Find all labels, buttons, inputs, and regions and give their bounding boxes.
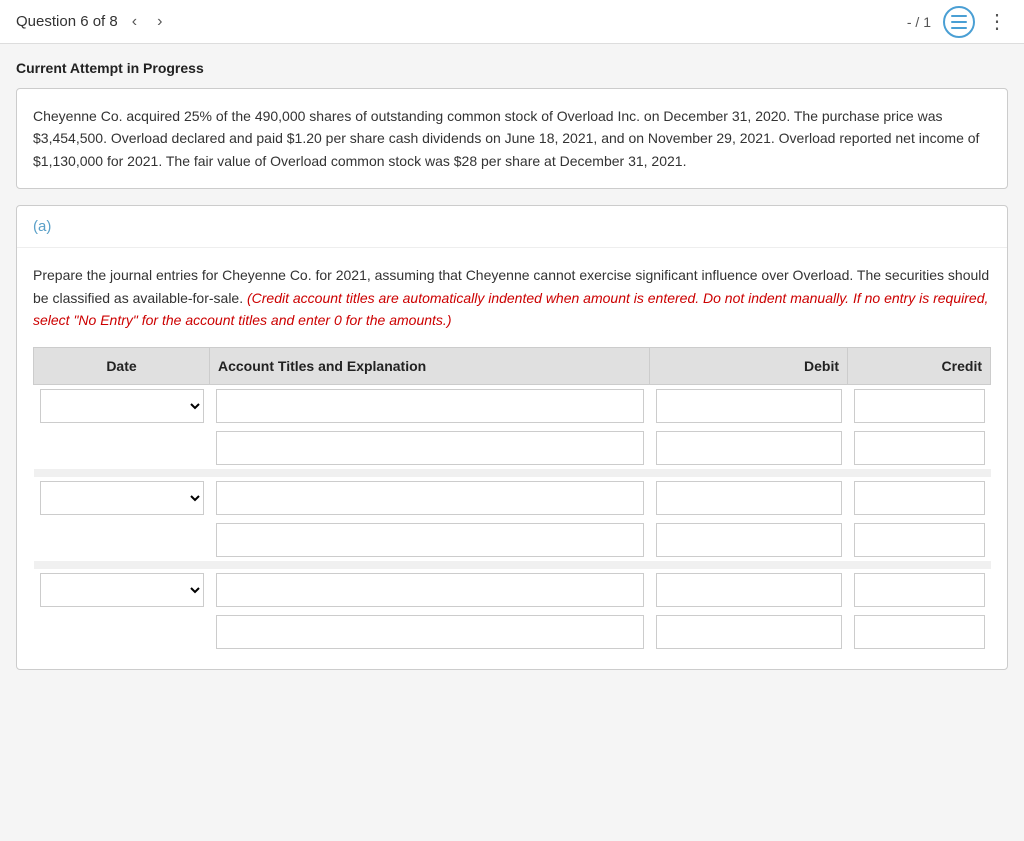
account-input-3a[interactable] (216, 573, 644, 607)
account-input-1b[interactable] (216, 431, 644, 465)
table-row: Jan 1 Jun 18 Nov 29 Dec 31 (34, 385, 991, 428)
credit-cell-1a (848, 385, 991, 428)
journal-table: Date Account Titles and Explanation Debi… (33, 347, 991, 653)
instruction-text: Prepare the journal entries for Cheyenne… (33, 264, 991, 331)
account-cell-3a (210, 569, 650, 611)
main-content: Current Attempt in Progress Cheyenne Co.… (0, 44, 1024, 702)
debit-cell-1b (650, 427, 848, 469)
credit-input-3b[interactable] (854, 615, 985, 649)
debit-cell-1a (650, 385, 848, 428)
table-row: Jan 1 Jun 18 Nov 29 Dec 31 (34, 569, 991, 611)
part-box: (a) Prepare the journal entries for Chey… (16, 205, 1008, 670)
date-cell-3b (34, 611, 210, 653)
account-cell-1b (210, 427, 650, 469)
credit-input-1a[interactable] (854, 389, 985, 423)
separator-row (34, 561, 991, 569)
col-header-debit: Debit (650, 348, 848, 385)
date-cell-2b (34, 519, 210, 561)
scenario-box: Cheyenne Co. acquired 25% of the 490,000… (16, 88, 1008, 189)
credit-cell-1b (848, 427, 991, 469)
question-label: Question 6 of 8 (16, 13, 118, 30)
debit-input-2a[interactable] (656, 481, 842, 515)
credit-input-2b[interactable] (854, 523, 985, 557)
credit-cell-2a (848, 477, 991, 519)
debit-cell-2a (650, 477, 848, 519)
debit-input-1a[interactable] (656, 389, 842, 423)
page-indicator: - / 1 (907, 14, 931, 30)
table-header: Date Account Titles and Explanation Debi… (34, 348, 991, 385)
account-cell-3b (210, 611, 650, 653)
col-header-account: Account Titles and Explanation (210, 348, 650, 385)
separator (34, 561, 991, 569)
table-body: Jan 1 Jun 18 Nov 29 Dec 31 (34, 385, 991, 654)
credit-input-2a[interactable] (854, 481, 985, 515)
date-cell-3: Jan 1 Jun 18 Nov 29 Dec 31 (34, 569, 210, 611)
table-row: Jan 1 Jun 18 Nov 29 Dec 31 (34, 477, 991, 519)
date-cell-1: Jan 1 Jun 18 Nov 29 Dec 31 (34, 385, 210, 428)
list-icon-button[interactable] (943, 6, 975, 38)
table-row (34, 519, 991, 561)
debit-input-3a[interactable] (656, 573, 842, 607)
more-options-button[interactable]: ⋮ (987, 9, 1008, 34)
table-row (34, 611, 991, 653)
separator (34, 469, 991, 477)
account-input-1a[interactable] (216, 389, 644, 423)
nav-next-button[interactable]: › (151, 11, 168, 33)
header: Question 6 of 8 ‹ › - / 1 ⋮ (0, 0, 1024, 44)
credit-input-1b[interactable] (854, 431, 985, 465)
col-header-credit: Credit (848, 348, 991, 385)
credit-cell-3a (848, 569, 991, 611)
account-input-3b[interactable] (216, 615, 644, 649)
col-header-date: Date (34, 348, 210, 385)
date-select-2[interactable]: Jan 1 Jun 18 Nov 29 Dec 31 (40, 481, 204, 515)
debit-cell-3b (650, 611, 848, 653)
account-cell-2b (210, 519, 650, 561)
table-row (34, 427, 991, 469)
list-icon (951, 15, 967, 29)
account-cell-1a (210, 385, 650, 428)
credit-input-3a[interactable] (854, 573, 985, 607)
debit-input-2b[interactable] (656, 523, 842, 557)
credit-cell-2b (848, 519, 991, 561)
header-right: - / 1 ⋮ (907, 6, 1008, 38)
debit-cell-2b (650, 519, 848, 561)
current-attempt-label: Current Attempt in Progress (16, 60, 1008, 76)
date-select-3[interactable]: Jan 1 Jun 18 Nov 29 Dec 31 (40, 573, 204, 607)
date-cell-1b (34, 427, 210, 469)
debit-input-3b[interactable] (656, 615, 842, 649)
part-label: (a) (33, 218, 51, 235)
scenario-text: Cheyenne Co. acquired 25% of the 490,000… (33, 108, 979, 169)
header-left: Question 6 of 8 ‹ › (16, 11, 168, 33)
date-cell-2: Jan 1 Jun 18 Nov 29 Dec 31 (34, 477, 210, 519)
part-header: (a) (17, 206, 1007, 248)
date-select-1[interactable]: Jan 1 Jun 18 Nov 29 Dec 31 (40, 389, 204, 423)
debit-input-1b[interactable] (656, 431, 842, 465)
account-input-2b[interactable] (216, 523, 644, 557)
debit-cell-3a (650, 569, 848, 611)
account-input-2a[interactable] (216, 481, 644, 515)
nav-prev-button[interactable]: ‹ (126, 11, 143, 33)
account-cell-2a (210, 477, 650, 519)
part-content: Prepare the journal entries for Cheyenne… (17, 248, 1007, 669)
credit-cell-3b (848, 611, 991, 653)
separator-row (34, 469, 991, 477)
